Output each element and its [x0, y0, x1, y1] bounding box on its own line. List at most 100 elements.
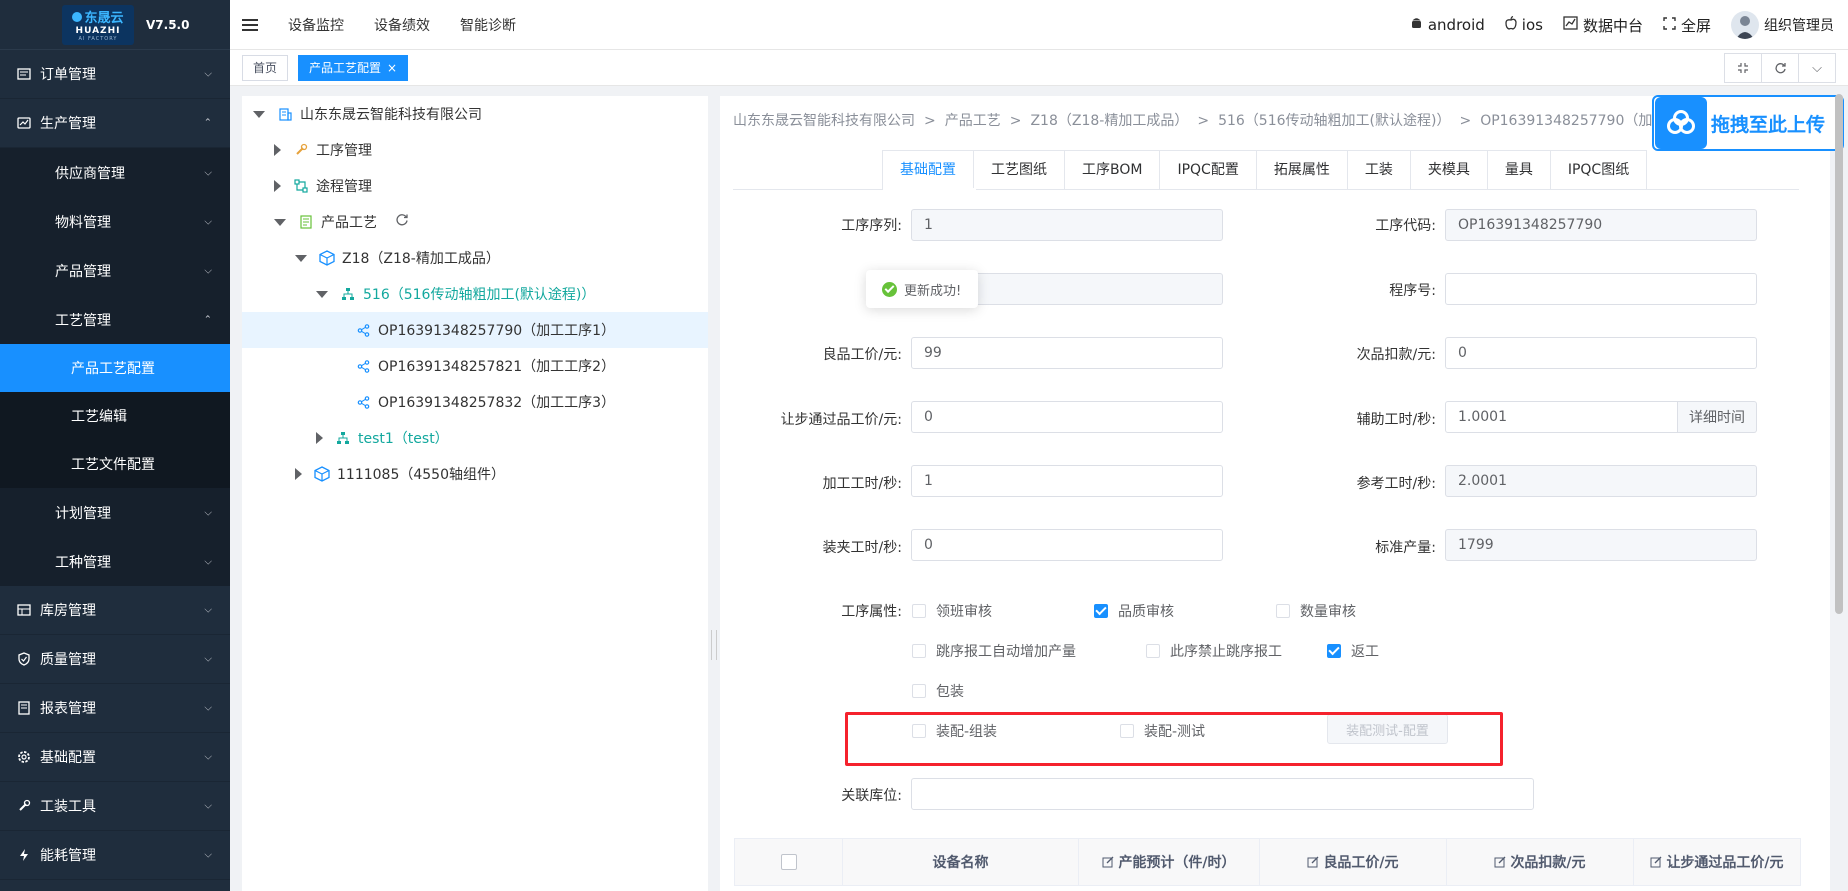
leader-review-checkbox[interactable]: 领班审核	[912, 601, 992, 621]
tree-node-process-mgmt[interactable]: 工序管理	[274, 132, 372, 168]
ios-link[interactable]: ios	[1505, 15, 1543, 34]
scrollbar-thumb[interactable]	[1835, 94, 1843, 614]
sidebar-item-tooling[interactable]: 工装工具 ⌵	[0, 782, 230, 831]
sidebar-item-energy[interactable]: 能耗管理 ⌵	[0, 831, 230, 880]
breadcrumb-item[interactable]: Z18（Z18-精加工成品）	[1030, 113, 1188, 129]
tab-craft-drawing[interactable]: 工艺图纸	[973, 150, 1065, 190]
data-center-link[interactable]: 数据中台	[1563, 15, 1643, 36]
close-icon[interactable]: ×	[387, 61, 397, 75]
tree-node-label: 途程管理	[316, 179, 372, 195]
aux-time-input[interactable]: 1.0001	[1445, 401, 1678, 433]
caret-down-icon[interactable]	[316, 290, 328, 298]
sidebar-item-supplier[interactable]: 供应商管理 ⌵	[0, 148, 230, 197]
sidebar-item-order[interactable]: 订单管理 ⌵	[0, 50, 230, 99]
tree-node-516[interactable]: 516（516传动轴粗加工(默认途程)）	[316, 276, 595, 312]
menu-toggle-icon[interactable]	[242, 18, 258, 31]
page-scrollbar[interactable]	[1832, 86, 1846, 891]
quantity-review-checkbox[interactable]: 数量审核	[1276, 601, 1356, 621]
defect-deduct-input[interactable]: 0	[1445, 337, 1757, 369]
tree-node-op1[interactable]: OP16391348257790（加工工序1）	[242, 312, 708, 348]
top-nav-smart-diagnosis[interactable]: 智能诊断	[460, 15, 516, 35]
breadcrumb-separator: >	[1009, 113, 1022, 129]
breadcrumb-item[interactable]: 山东东晟云智能科技有限公司	[733, 113, 915, 129]
sidebar-item-craft-edit[interactable]: 工艺编辑	[0, 392, 230, 440]
tree-node-route-mgmt[interactable]: 途程管理	[274, 168, 372, 204]
drag-upload-zone[interactable]: 拖拽至此上传	[1652, 95, 1844, 151]
seq-input[interactable]: 1	[911, 209, 1223, 241]
skip-auto-increase-checkbox[interactable]: 跳序报工自动增加产量	[912, 641, 1076, 661]
android-link[interactable]: android	[1410, 16, 1485, 34]
chevron-down-icon[interactable]: ⌵	[1798, 53, 1836, 83]
column-header-label: 产能预计（件/时）	[1118, 855, 1236, 871]
tab-ext-attrs[interactable]: 拓展属性	[1255, 150, 1348, 190]
tree-node-z18[interactable]: Z18（Z18-精加工成品）	[295, 240, 500, 276]
fullscreen-button[interactable]: 全屏	[1663, 15, 1711, 36]
tab-gauge[interactable]: 量具	[1486, 150, 1551, 190]
rework-checkbox[interactable]: 返工	[1327, 641, 1379, 661]
sidebar-item-craft[interactable]: 工艺管理 ⌃	[0, 295, 230, 344]
no-skip-report-checkbox[interactable]: 此序禁止跳序报工	[1146, 641, 1282, 661]
tree-node-1111085[interactable]: 1111085（4550轴组件）	[295, 456, 505, 492]
sidebar-item-warehouse[interactable]: 库房管理 ⌵	[0, 586, 230, 635]
code-label: 工序代码:	[1375, 218, 1436, 234]
program-no-input[interactable]	[1445, 273, 1757, 305]
concession-price-input[interactable]: 0	[911, 401, 1223, 433]
sidebar-item-craft-file-config[interactable]: 工艺文件配置	[0, 440, 230, 488]
breadcrumb-item[interactable]: 516（516传动轴粗加工(默认途程)）	[1218, 113, 1450, 129]
select-all-checkbox[interactable]	[780, 854, 797, 870]
tree-node-product-craft[interactable]: 产品工艺	[274, 204, 409, 240]
sidebar-item-plan[interactable]: 计划管理 ⌵	[0, 488, 230, 537]
tab-ipqc-drawing[interactable]: IPQC图纸	[1549, 150, 1648, 190]
caret-right-icon[interactable]	[274, 144, 281, 156]
process-time-input[interactable]: 1	[911, 465, 1223, 497]
caret-right-icon[interactable]	[316, 432, 323, 444]
sidebar: 东晟云 HUAZHI AI FACTORY V7.5.0 订单管理 ⌵ 生产管理…	[0, 0, 230, 891]
std-output-input[interactable]: 1799	[1445, 529, 1757, 561]
sidebar-item-production[interactable]: 生产管理 ⌃	[0, 99, 230, 148]
chevron-down-icon: ⌵	[204, 800, 212, 812]
location-input[interactable]	[911, 778, 1534, 810]
sidebar-item-basic-config[interactable]: 基础配置 ⌵	[0, 733, 230, 782]
sidebar-item-quality[interactable]: 质量管理 ⌵	[0, 635, 230, 684]
logo-area: 东晟云 HUAZHI AI FACTORY V7.5.0	[0, 0, 230, 50]
aux-time-label: 辅助工时/秒:	[1356, 412, 1436, 428]
tab-ipqc-config[interactable]: IPQC配置	[1159, 150, 1257, 190]
logo[interactable]: 东晟云 HUAZHI AI FACTORY	[62, 4, 134, 45]
quality-review-checkbox[interactable]: 品质审核	[1094, 601, 1174, 621]
top-nav-equipment-monitor[interactable]: 设备监控	[288, 15, 344, 35]
caret-down-icon[interactable]	[253, 110, 265, 118]
tree-node-op2[interactable]: OP16391348257821（加工工序2）	[355, 348, 615, 384]
tab-basic-config[interactable]: 基础配置	[882, 150, 974, 190]
tab-process-bom[interactable]: 工序BOM	[1064, 150, 1161, 190]
tab-tooling[interactable]: 工装	[1346, 150, 1411, 190]
top-nav-equipment-performance[interactable]: 设备绩效	[374, 15, 430, 35]
sidebar-item-report[interactable]: 报表管理 ⌵	[0, 684, 230, 733]
sidebar-item-job-type[interactable]: 工种管理 ⌵	[0, 537, 230, 586]
breadcrumb-item[interactable]: 产品工艺	[945, 113, 1001, 129]
route-icon	[293, 178, 309, 194]
tree-node-root[interactable]: 山东东晟云智能科技有限公司	[253, 96, 482, 132]
caret-right-icon[interactable]	[295, 468, 302, 480]
refresh-icon[interactable]	[395, 213, 409, 231]
tag-home[interactable]: 首页	[242, 55, 289, 81]
sidebar-item-product-craft-config[interactable]: 产品工艺配置	[0, 344, 230, 392]
tree-node-op3[interactable]: OP16391348257832（加工工序3）	[355, 384, 615, 420]
tag-product-craft-config[interactable]: 产品工艺配置 ×	[298, 55, 409, 81]
panel-resize-handle[interactable]	[711, 630, 717, 660]
good-price-input[interactable]: 99	[911, 337, 1223, 369]
user-menu[interactable]: 组织管理员	[1731, 11, 1834, 39]
clamp-time-input[interactable]: 0	[911, 529, 1223, 561]
refresh-icon[interactable]	[1761, 53, 1799, 83]
code-input[interactable]: OP16391348257790	[1445, 209, 1757, 241]
caret-right-icon[interactable]	[274, 180, 281, 192]
tree-node-test1[interactable]: test1（test）	[316, 420, 449, 456]
tab-fixture[interactable]: 夹模具	[1409, 150, 1488, 190]
packing-checkbox[interactable]: 包装	[912, 681, 964, 701]
caret-down-icon[interactable]	[295, 254, 307, 262]
caret-down-icon[interactable]	[274, 218, 286, 226]
ref-time-input[interactable]: 2.0001	[1445, 465, 1757, 497]
sidebar-item-material[interactable]: 物料管理 ⌵	[0, 197, 230, 246]
sidebar-item-product[interactable]: 产品管理 ⌵	[0, 246, 230, 295]
collapse-icon[interactable]	[1724, 53, 1762, 83]
detail-time-button[interactable]: 详细时间	[1678, 401, 1757, 433]
